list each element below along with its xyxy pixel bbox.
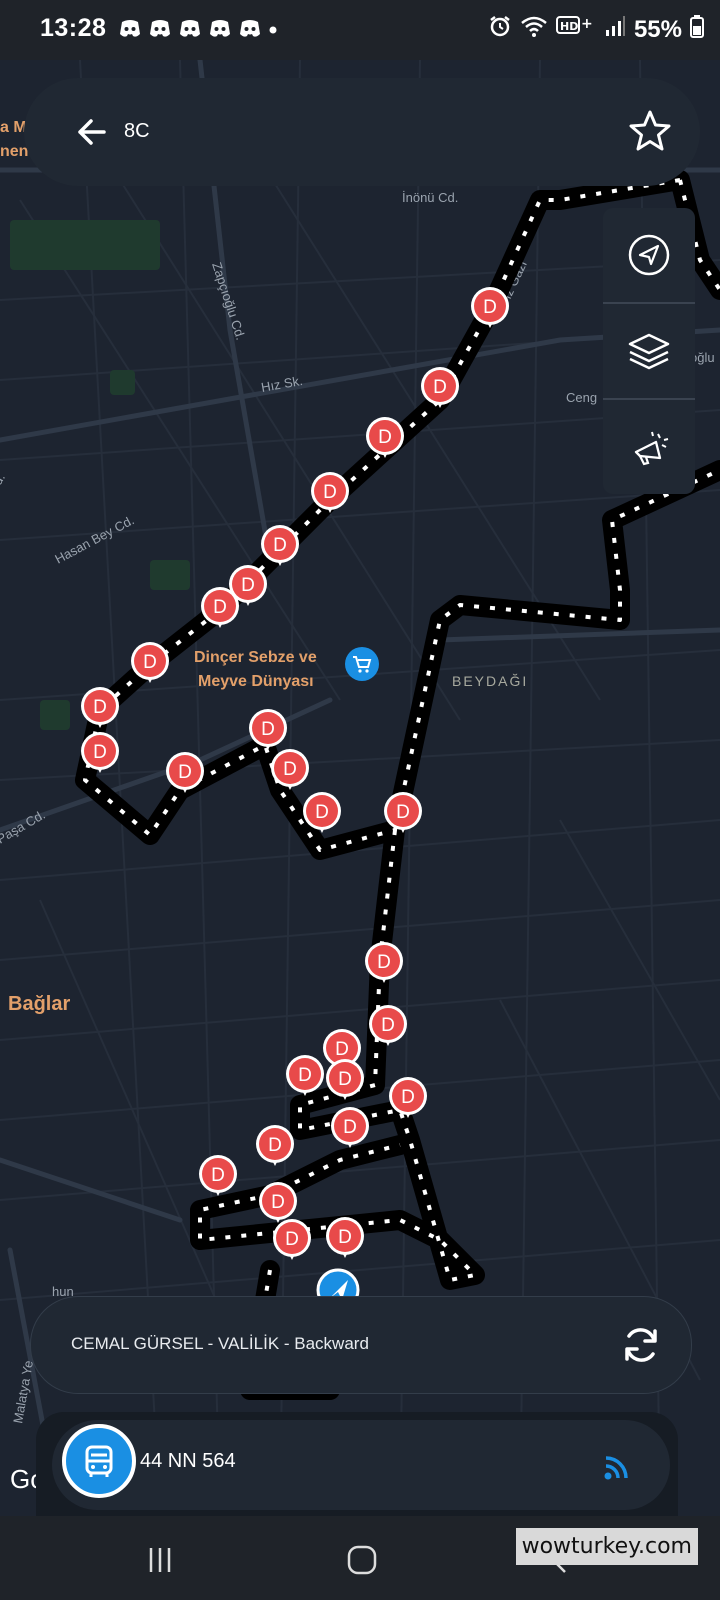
favorite-button[interactable] — [622, 104, 678, 160]
wifi-icon — [520, 14, 548, 45]
stop-letter: D — [378, 427, 392, 448]
live-signal-icon — [602, 1450, 634, 1482]
district-label-baglar: Bağlar — [8, 993, 70, 1015]
bus-avatar — [62, 1424, 136, 1498]
stop-letter: D — [273, 535, 287, 556]
svg-text:HD: HD — [560, 20, 578, 33]
home-button[interactable] — [332, 1540, 392, 1580]
stop-letter: D — [285, 1229, 299, 1250]
stop-letter: D — [261, 719, 275, 740]
stop-letter: D — [93, 742, 107, 763]
signal-icon — [604, 14, 626, 45]
bus-plate: 44 NN 564 — [140, 1450, 236, 1472]
discord-icon — [118, 18, 142, 40]
stop-letter: D — [143, 652, 157, 673]
layers-button[interactable] — [603, 304, 695, 398]
bus-icon — [85, 1445, 113, 1477]
stop-letter: D — [271, 1192, 285, 1213]
system-nav-bar: wowturkey.com — [0, 1516, 720, 1600]
swap-direction-button[interactable] — [617, 1321, 665, 1369]
stop-letter: D — [396, 802, 410, 823]
stop-letter: D — [283, 759, 297, 780]
poi-name-line1: Dinçer Sebze ve — [194, 649, 317, 666]
route-direction-card[interactable]: CEMAL GÜRSEL - VALİLİK - Backward — [30, 1296, 692, 1394]
alarm-icon — [488, 14, 512, 45]
star-icon — [629, 110, 671, 151]
stop-letter: D — [211, 1165, 225, 1186]
status-bar: 13:28 HD + 55% — [0, 0, 720, 60]
stop-letter: D — [323, 482, 337, 503]
route-title: 8C — [124, 120, 150, 142]
map-controls — [603, 208, 695, 494]
stop-letter: D — [268, 1135, 282, 1156]
locate-icon — [628, 234, 670, 276]
stop-letter: D — [433, 377, 447, 398]
status-time: 13:28 — [40, 14, 107, 42]
stop-letter: D — [343, 1117, 357, 1138]
announce-icon — [634, 431, 669, 466]
stop-letter: D — [483, 297, 497, 318]
back-button[interactable] — [64, 104, 120, 160]
arrow-left-icon — [78, 119, 106, 145]
route-search-bar: 8C — [24, 78, 700, 186]
map-label-topleft-b: nen — [0, 143, 28, 160]
locate-button[interactable] — [603, 208, 695, 302]
discord-icon — [148, 18, 172, 40]
watermark: wowturkey.com — [515, 1528, 698, 1565]
refresh-icon — [625, 1328, 657, 1362]
battery-percent: 55% — [633, 15, 682, 43]
district-label-beydagi: BEYDAĞI — [452, 673, 528, 689]
discord-icon — [178, 18, 202, 40]
poi-name-line2: Meyve Dünyası — [198, 673, 314, 690]
battery-icon — [690, 14, 704, 45]
discord-icon — [208, 18, 232, 40]
stop-letter: D — [315, 802, 329, 823]
stop-letter: D — [298, 1065, 312, 1086]
svg-text:+: + — [581, 16, 593, 32]
status-indicators: HD + 55% — [488, 14, 704, 45]
notification-icons — [118, 18, 278, 40]
recent-apps-button[interactable] — [130, 1540, 190, 1580]
stop-letter: D — [381, 1015, 395, 1036]
stop-letter: D — [213, 597, 227, 618]
street-label-inonu: İnönü Cd. — [402, 190, 458, 205]
shopping-cart-icon — [345, 647, 379, 681]
stop-letter: D — [338, 1069, 352, 1090]
stop-letter: D — [241, 575, 255, 596]
recent-apps-icon — [149, 1548, 171, 1572]
route-direction-name: CEMAL GÜRSEL - VALİLİK - Backward — [71, 1334, 369, 1353]
stop-letter: D — [178, 762, 192, 783]
stop-letter: D — [377, 952, 391, 973]
map-label-topleft-a: a M — [0, 119, 27, 136]
hd-plus-icon: HD + — [555, 14, 596, 45]
announce-button[interactable] — [603, 400, 695, 494]
home-icon — [347, 1545, 377, 1575]
discord-icon — [238, 18, 262, 40]
bus-item[interactable]: 44 NN 564 — [52, 1420, 670, 1510]
stop-letter: D — [93, 697, 107, 718]
dot-icon — [268, 18, 278, 40]
street-label-cengiz: Ceng — [566, 390, 597, 405]
stop-letter: D — [335, 1039, 349, 1060]
layers-icon — [628, 333, 670, 370]
stop-letter: D — [338, 1227, 352, 1248]
stop-letter: D — [401, 1087, 415, 1108]
